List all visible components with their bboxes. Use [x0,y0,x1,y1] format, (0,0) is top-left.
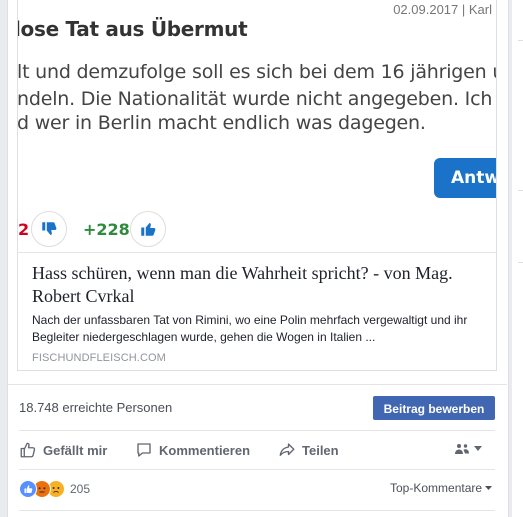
divider [19,469,495,470]
article-line-1: lt und demzufolge soll es sich bei dem 1… [18,61,496,83]
thumbs-down-icon [31,211,67,247]
comment-sort-dropdown[interactable]: Top-Kommentare [390,481,493,495]
reaction-count: 205 [70,482,91,496]
comment-icon [137,443,151,457]
article-line-3: d wer in Berlin macht endlich was dagege… [18,112,426,134]
people-icon [455,444,469,454]
link-description: Nach der unfassbaren Tat von Rimini, wo … [32,313,468,344]
reach-stat[interactable]: 18.748 erreichte Personen [19,400,172,415]
thumbs-up-icon [130,211,166,247]
boost-post-button[interactable]: Beitrag bewerben [373,396,495,420]
downvote-count: 2 [18,220,30,239]
article-title: lose Tat aus Übermut [18,17,248,41]
like-label: Gefällt mir [43,442,108,458]
link-domain: FISCHUNDFLEISCH.COM [32,352,166,364]
divider [7,384,507,385]
preview-image: 02.09.2017 | Karl lose Tat aus Übermut l… [18,0,496,252]
preview-info: Hass schüren, wenn man die Wahrheit spri… [18,252,496,370]
like-button[interactable]: Gefällt mir [19,438,107,462]
link-title[interactable]: Hass schüren, wenn man die Wahrheit spri… [32,262,482,308]
comment-sort-label: Top-Kommentare [390,481,483,495]
like-icon [20,442,36,458]
reactions-summary[interactable]: 205 [19,480,90,498]
chevron-down-icon [485,485,493,490]
upvote-count: +228 [83,220,130,239]
article-meta: 02.09.2017 | Karl [393,2,492,17]
right-pane [512,0,523,517]
article-line-2: ndeln. Die Nationalität wurde nicht ange… [18,88,496,110]
share-label: Teilen [302,442,339,458]
answer-button: Antw [434,158,496,198]
link-preview[interactable]: 02.09.2017 | Karl lose Tat aus Übermut l… [17,0,497,371]
divider [19,510,495,511]
chevron-down-icon [474,446,482,451]
divider [19,430,495,431]
audience-selector[interactable] [454,443,482,455]
comment-label: Kommentieren [159,442,251,458]
share-button[interactable]: Teilen [278,438,339,462]
comment-button[interactable]: Kommentieren [135,438,250,462]
share-icon [279,443,295,456]
like-reaction-icon [19,480,37,498]
